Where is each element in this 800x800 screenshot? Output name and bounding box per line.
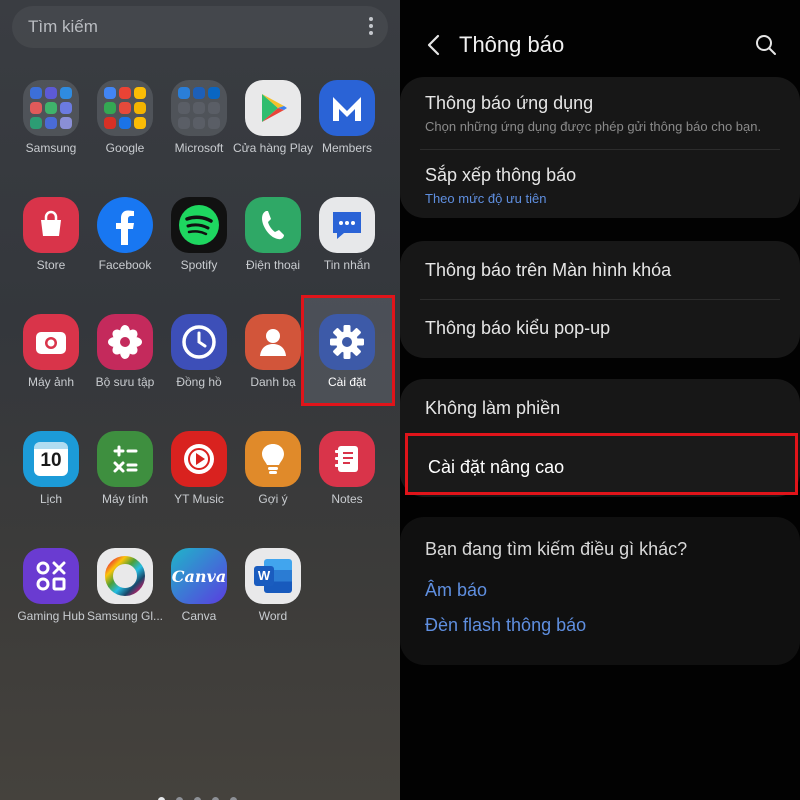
calendar-date: 10 [40,450,62,471]
app-samsung-global-goals[interactable]: Samsung Gl... [87,548,163,648]
notification-settings-screen: Thông báo Thông báo ứng dụng Chọn những … [400,0,800,800]
app-settings[interactable]: Cài đặt [310,314,384,414]
app-play-store[interactable]: Cửa hàng Play [233,80,313,180]
app-label: Tin nhắn [323,258,371,272]
app-messages[interactable]: Tin nhắn [310,197,384,297]
page-title: Thông báo [459,32,565,57]
calendar-icon: 10 [23,431,79,487]
settings-group-2: Thông báo trên Màn hình khóa Thông báo k… [400,241,800,358]
microsoft-folder-icon [171,80,227,136]
samsung-folder-icon [23,80,79,136]
settings-group-1: Thông báo ứng dụng Chọn những ứng dụng đ… [400,77,800,218]
row-title: Cài đặt nâng cao [428,457,565,477]
app-label: Cài đặt [327,375,367,389]
members-icon [319,80,375,136]
app-spotify[interactable]: Spotify [162,197,236,297]
app-tips[interactable]: Gợi ý [236,431,310,531]
popup-notifications-item[interactable]: Thông báo kiểu pop-up [425,318,780,339]
spotify-icon [171,197,227,253]
suggestion-link-sounds[interactable]: Âm báo [425,580,780,601]
calendar-page: 10 [34,442,68,476]
app-yt-music[interactable]: YT Music [162,431,236,531]
contacts-icon [245,314,301,370]
suggestions-heading: Bạn đang tìm kiếm điều gì khác? [425,539,780,560]
word-letter: W [254,566,274,586]
row-subtitle: Theo mức độ ưu tiên [425,191,547,206]
app-samsung-folder[interactable]: Samsung [14,80,88,180]
app-members[interactable]: Members [310,80,384,180]
clock-icon [171,314,227,370]
drawer-search-placeholder: Tìm kiếm [28,17,98,36]
app-label: Notes [331,492,363,506]
app-notes[interactable]: Notes [310,431,384,531]
phone-icon [245,197,301,253]
yt-music-icon [171,431,227,487]
settings-gear-icon [319,314,375,370]
app-contacts[interactable]: Danh bạ [236,314,310,414]
page-indicator[interactable] [158,791,248,800]
app-drawer: Tìm kiếm Samsung Google Microsoft Cửa hà… [0,0,400,800]
notes-icon [319,431,375,487]
divider [420,299,780,300]
app-phone[interactable]: Điện thoại [236,197,310,297]
store-icon [23,197,79,253]
app-microsoft-folder[interactable]: Microsoft [162,80,236,180]
row-title: Sắp xếp thông báo [425,165,577,185]
camera-icon [23,314,79,370]
row-subtitle: Chọn những ứng dụng được phép gửi thông … [425,119,762,134]
app-gaming-hub[interactable]: Gaming Hub [14,548,88,648]
divider [420,149,780,150]
more-options-icon[interactable] [368,17,374,37]
app-calendar[interactable]: 10 Lịch [14,431,88,531]
lock-screen-notifications-item[interactable]: Thông báo trên Màn hình khóa [425,260,780,281]
row-title: Không làm phiền [425,398,561,418]
gallery-icon [97,314,153,370]
samsung-global-goals-icon [97,548,153,604]
back-arrow-icon[interactable] [424,33,444,57]
search-icon[interactable] [754,33,778,57]
google-folder-icon [97,80,153,136]
canva-wordmark: Canva [171,566,227,586]
word-icon: W [245,548,301,604]
row-title: Thông báo trên Màn hình khóa [425,260,672,280]
app-google-folder[interactable]: Google [88,80,162,180]
app-label: Members [321,141,372,155]
tips-lightbulb-icon [245,431,301,487]
link-text[interactable]: Đèn flash thông báo [425,615,586,635]
facebook-icon [97,197,153,253]
app-canva[interactable]: Canva Canva [162,548,236,648]
app-calculator[interactable]: Máy tính [88,431,162,531]
sort-notifications-item[interactable]: Sắp xếp thông báo Theo mức độ ưu tiên [425,165,780,206]
gaming-hub-icon [23,548,79,604]
app-gallery[interactable]: Bộ sưu tập [88,314,162,414]
app-notifications-item[interactable]: Thông báo ứng dụng Chọn những ứng dụng đ… [425,93,780,134]
drawer-search-bar[interactable]: Tìm kiếm [12,6,388,48]
app-clock[interactable]: Đồng hồ [162,314,236,414]
row-title: Thông báo ứng dụng [425,93,594,113]
app-word[interactable]: W Word [236,548,310,648]
suggestions-title: Bạn đang tìm kiếm điều gì khác? [425,539,688,559]
play-store-icon [245,80,301,136]
do-not-disturb-item[interactable]: Không làm phiền [425,398,780,419]
suggestions-card: Bạn đang tìm kiếm điều gì khác? Âm báo Đ… [400,517,800,665]
advanced-settings-item[interactable]: Cài đặt nâng cao [405,433,798,495]
canva-icon: Canva [171,548,227,604]
messages-icon [319,197,375,253]
app-store[interactable]: Store [14,197,88,297]
app-label: Word [258,609,288,623]
link-text[interactable]: Âm báo [425,580,487,600]
app-camera[interactable]: Máy ảnh [14,314,88,414]
row-title: Thông báo kiểu pop-up [425,318,611,338]
app-facebook[interactable]: Facebook [88,197,162,297]
calculator-icon [97,431,153,487]
suggestion-link-flash[interactable]: Đèn flash thông báo [425,615,780,636]
